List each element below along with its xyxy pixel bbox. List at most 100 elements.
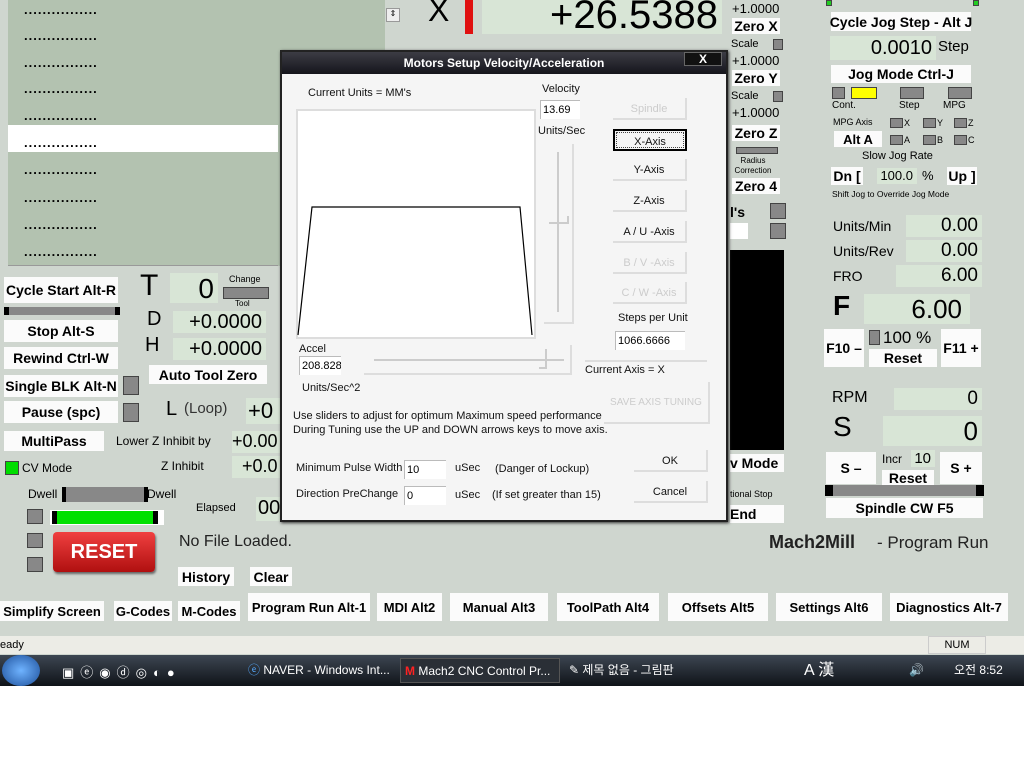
gcode-line[interactable]: ................ — [24, 135, 98, 150]
cycle-start-button[interactable]: Cycle Start Alt-R — [4, 277, 118, 303]
velocity-input[interactable]: 13.69 — [540, 100, 580, 119]
history-button[interactable]: History — [178, 567, 234, 586]
zero-z-button[interactable]: Zero Z — [732, 125, 780, 141]
accel-slider[interactable] — [364, 345, 572, 375]
axis-button-z-axis[interactable]: Z-Axis — [613, 190, 687, 213]
zero-y-button[interactable]: Zero Y — [732, 70, 780, 86]
zero-4-button[interactable]: Zero 4 — [732, 178, 780, 194]
taskbar-item-paint[interactable]: ✎ 제목 없음 - 그림판 — [565, 658, 715, 683]
tab-manual[interactable]: Manual Alt3 — [450, 593, 548, 621]
tray-icons[interactable]: 🔊 — [905, 658, 924, 683]
cont-led[interactable] — [851, 87, 877, 99]
simplify-screen-button[interactable]: Simplify Screen — [0, 601, 104, 621]
velocity-slider[interactable] — [544, 144, 574, 324]
steps-per-unit-input[interactable]: 1066.6666 — [615, 331, 685, 350]
axis-button-x-axis[interactable]: X-Axis — [613, 128, 687, 151]
mpg-a-led[interactable] — [890, 135, 903, 145]
cycle-jog-step-button[interactable]: Cycle Jog Step - Alt J — [830, 12, 972, 31]
save-axis-tuning-button[interactable]: SAVE AXIS TUNING — [604, 382, 710, 424]
tab-offsets[interactable]: Offsets Alt5 — [668, 593, 768, 621]
feed-minus-button[interactable]: F10 – — [824, 329, 864, 367]
scale-y-led[interactable] — [773, 39, 783, 50]
end-button[interactable]: End — [730, 505, 784, 523]
axis-button-a-u-axis[interactable]: A / U -Axis — [613, 220, 687, 243]
direction-prechange-input[interactable]: 0 — [404, 486, 446, 505]
gcode-line[interactable]: ................ — [24, 162, 98, 177]
jog-rate-down-button[interactable]: Dn [ — [831, 167, 863, 185]
gcode-line[interactable]: ................ — [24, 2, 98, 17]
spindle-reset-button[interactable]: Reset — [882, 470, 934, 486]
lower-z-inhibit-value[interactable]: +0.00 — [232, 431, 280, 453]
feed-value[interactable]: 6.00 — [864, 294, 970, 324]
x-dro[interactable]: +26.5388 — [482, 0, 722, 35]
accel-input[interactable]: 208.828 — [299, 356, 341, 375]
jog-rate-value[interactable]: 100.0 — [877, 168, 917, 184]
quick-launch-icons[interactable]: ▣ⓔ◉ⓓ◎◐● — [62, 662, 181, 681]
tab-program-run[interactable]: Program Run Alt-1 — [248, 593, 370, 621]
clear-button[interactable]: Clear — [250, 567, 292, 586]
m-codes-button[interactable]: M-Codes — [178, 601, 240, 621]
change-tool-button[interactable] — [223, 287, 269, 299]
incr-value[interactable]: 10 — [911, 450, 935, 467]
gcode-line[interactable]: ................ — [24, 244, 98, 259]
radius-correction-toggle[interactable] — [736, 147, 778, 154]
mpg-led[interactable] — [948, 87, 972, 99]
feed-plus-button[interactable]: F11 + — [941, 329, 981, 367]
spindle-plus-button[interactable]: S + — [940, 452, 982, 484]
cancel-button[interactable]: Cancel — [634, 481, 708, 503]
alt-a-button[interactable]: Alt A — [834, 131, 882, 147]
ok-button[interactable]: OK — [634, 450, 708, 472]
gcode-list[interactable]: ................ ................ ......… — [8, 0, 278, 266]
tab-settings[interactable]: Settings Alt6 — [776, 593, 882, 621]
scale-z-led[interactable] — [773, 91, 783, 102]
axis-button-b-v-axis[interactable]: B / V -Axis — [613, 251, 687, 274]
gcode-line[interactable]: ................ — [24, 190, 98, 205]
gcode-line[interactable]: ................ — [24, 28, 98, 43]
mpg-y-led[interactable] — [923, 118, 936, 128]
pause-button[interactable]: Pause (spc) — [4, 401, 118, 423]
g-codes-button[interactable]: G-Codes — [114, 601, 172, 621]
min-pulse-input[interactable]: 10 — [404, 460, 446, 479]
jog-rate-up-button[interactable]: Up ] — [947, 167, 977, 185]
tool-value[interactable]: 0 — [170, 273, 218, 304]
spindle-speed-value[interactable]: 0 — [883, 416, 982, 446]
ime-indicator[interactable]: A 漢 — [800, 658, 834, 683]
start-button[interactable] — [2, 655, 40, 686]
gcode-line[interactable]: ................ — [24, 108, 98, 123]
step-led[interactable] — [900, 87, 924, 99]
close-button[interactable]: X — [684, 52, 722, 66]
spindle-cw-button[interactable]: Spindle CW F5 — [826, 498, 983, 518]
accel-slider-thumb[interactable] — [539, 349, 548, 369]
single-block-button[interactable]: Single BLK Alt-N — [4, 375, 118, 397]
z-inhibit-value[interactable]: +0.0 — [232, 456, 280, 478]
feed-reset-button[interactable]: Reset — [869, 349, 937, 367]
tab-diagnostics[interactable]: Diagnostics Alt-7 — [890, 593, 1008, 621]
multipass-button[interactable]: MultiPass — [4, 431, 104, 451]
mpg-b-led[interactable] — [923, 135, 936, 145]
jog-step-value[interactable]: 0.0010 — [830, 36, 936, 60]
zero-x-button[interactable]: Zero X — [732, 18, 780, 34]
mpg-c-led[interactable] — [954, 135, 967, 145]
mode-button[interactable]: v Mode — [730, 454, 784, 472]
gcode-line[interactable]: ................ — [24, 217, 98, 232]
tab-mdi[interactable]: MDI Alt2 — [377, 593, 442, 621]
taskbar-item-mach2[interactable]: M Mach2 CNC Control Pr... — [400, 658, 560, 683]
cv-mode-led[interactable] — [5, 461, 19, 475]
scroll-spinner[interactable]: ⇕ — [386, 8, 400, 22]
loop-value[interactable]: +0 — [246, 398, 280, 424]
gcode-line[interactable]: ................ — [24, 81, 98, 96]
rewind-button[interactable]: Rewind Ctrl-W — [4, 347, 118, 369]
tab-toolpath[interactable]: ToolPath Alt4 — [557, 593, 659, 621]
axis-button-c-w-axis[interactable]: C / W -Axis — [613, 282, 687, 305]
axis-button-y-axis[interactable]: Y-Axis — [613, 159, 687, 182]
taskbar-item-naver[interactable]: ⓔ NAVER - Windows Int... — [244, 658, 392, 683]
axis-button-spindle[interactable]: Spindle — [613, 98, 687, 120]
auto-tool-zero-button[interactable]: Auto Tool Zero — [149, 365, 267, 384]
mpg-z-led[interactable] — [954, 118, 967, 128]
jog-mode-button[interactable]: Jog Mode Ctrl-J — [831, 65, 971, 83]
spindle-minus-button[interactable]: S – — [826, 452, 876, 484]
velocity-slider-thumb[interactable] — [549, 216, 569, 224]
gcode-line[interactable]: ................ — [24, 55, 98, 70]
mpg-x-led[interactable] — [890, 118, 903, 128]
stop-button[interactable]: Stop Alt-S — [4, 320, 118, 342]
